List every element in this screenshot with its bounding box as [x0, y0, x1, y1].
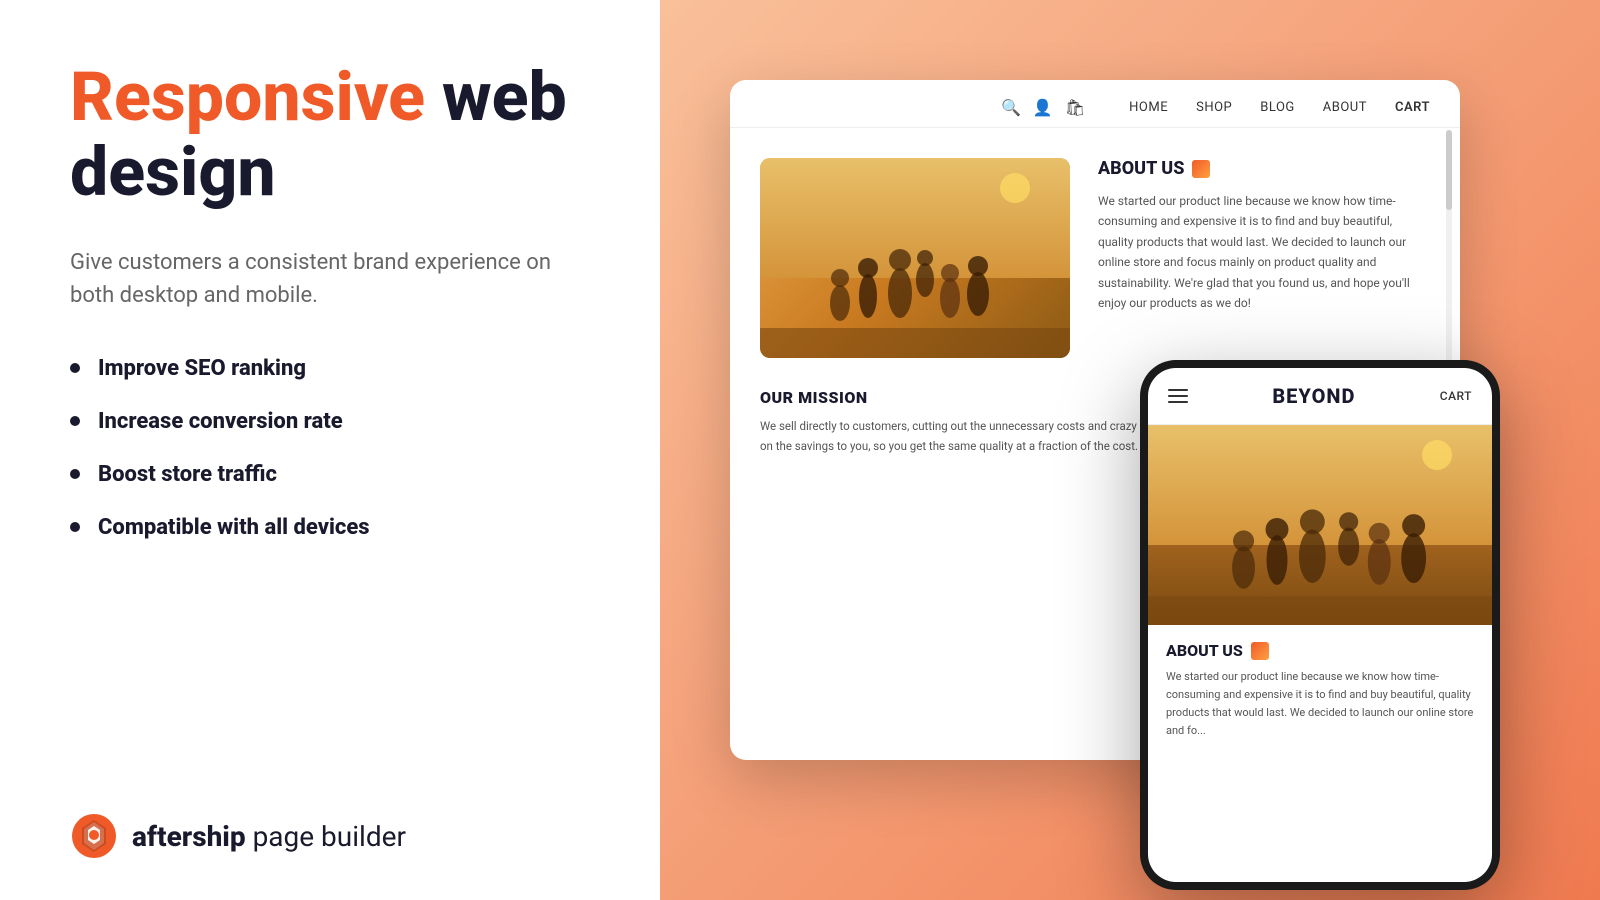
headline-orange: Responsive [70, 57, 425, 137]
feature-item-conversion: Increase conversion rate [70, 409, 590, 434]
right-panel: 🔍 👤 🛍 HOME SHOP BLOG ABOUT CART [660, 0, 1600, 900]
hamburger-menu-icon[interactable] [1168, 389, 1188, 403]
about-title: ABOUT US [1098, 158, 1430, 179]
feature-item-seo: Improve SEO ranking [70, 356, 590, 381]
mobile-nav: BEYOND CART [1148, 368, 1492, 425]
mobile-hero-image [1148, 425, 1492, 625]
search-icon[interactable]: 🔍 [1001, 98, 1021, 117]
bullet-icon [70, 363, 80, 373]
subtitle: Give customers a consistent brand experi… [70, 246, 590, 312]
cart-icon[interactable]: 🛍 [1065, 98, 1085, 117]
left-panel: Responsive webdesign Give customers a co… [0, 0, 660, 900]
desktop-content: ABOUT US We started our product line bec… [730, 128, 1460, 388]
feature-label: Boost store traffic [98, 462, 277, 487]
brand-suffix: page builder [246, 820, 406, 853]
mobile-mockup: BEYOND CART [1140, 360, 1500, 890]
sun-decoration [1000, 173, 1030, 203]
nav-home[interactable]: HOME [1129, 100, 1168, 115]
mobile-about-title: ABOUT US [1166, 641, 1474, 660]
desktop-image-block [760, 158, 1070, 358]
about-title-text: ABOUT US [1098, 158, 1184, 179]
desktop-hero-image [760, 158, 1070, 358]
scrollbar-thumb[interactable] [1446, 130, 1452, 210]
branding: aftership page builder [70, 812, 590, 860]
nav-shop[interactable]: SHOP [1196, 100, 1232, 115]
left-content: Responsive webdesign Give customers a co… [70, 60, 590, 568]
desktop-nav: 🔍 👤 🛍 HOME SHOP BLOG ABOUT CART [730, 80, 1460, 128]
mobile-cart-button[interactable]: CART [1440, 389, 1472, 403]
desktop-about-section: ABOUT US We started our product line bec… [1098, 158, 1430, 358]
mobile-brand-name: BEYOND [1272, 384, 1355, 408]
bullet-icon [70, 469, 80, 479]
headline: Responsive webdesign [70, 60, 590, 210]
mobile-inner: BEYOND CART [1148, 368, 1492, 882]
brand-name: aftership [132, 820, 246, 853]
mobile-about-text: We started our product line because we k… [1166, 668, 1474, 741]
nav-cart[interactable]: CART [1395, 100, 1430, 115]
ham-line [1168, 389, 1188, 391]
feature-list: Improve SEO ranking Increase conversion … [70, 356, 590, 540]
mobile-people-silhouette [1148, 465, 1492, 625]
mobile-about-section: ABOUT US We started our product line bec… [1148, 625, 1492, 882]
people-silhouette [760, 208, 1070, 358]
mobile-about-title-text: ABOUT US [1166, 641, 1243, 660]
mobile-orange-square-icon [1251, 642, 1269, 660]
user-icon[interactable]: 👤 [1033, 98, 1053, 117]
nav-icons: 🔍 👤 🛍 [1001, 98, 1085, 117]
ham-line [1168, 395, 1188, 397]
bullet-icon [70, 416, 80, 426]
brand-text: aftership page builder [132, 820, 406, 853]
feature-item-traffic: Boost store traffic [70, 462, 590, 487]
nav-blog[interactable]: BLOG [1260, 100, 1295, 115]
about-text: We started our product line because we k… [1098, 191, 1430, 313]
nav-about[interactable]: ABOUT [1323, 100, 1367, 115]
feature-label: Increase conversion rate [98, 409, 343, 434]
orange-square-icon [1192, 160, 1210, 178]
aftership-logo-icon [70, 812, 118, 860]
feature-label: Improve SEO ranking [98, 356, 306, 381]
feature-item-devices: Compatible with all devices [70, 515, 590, 540]
bullet-icon [70, 522, 80, 532]
ham-line [1168, 401, 1188, 403]
feature-label: Compatible with all devices [98, 515, 370, 540]
nav-links: HOME SHOP BLOG ABOUT CART [1129, 100, 1430, 115]
